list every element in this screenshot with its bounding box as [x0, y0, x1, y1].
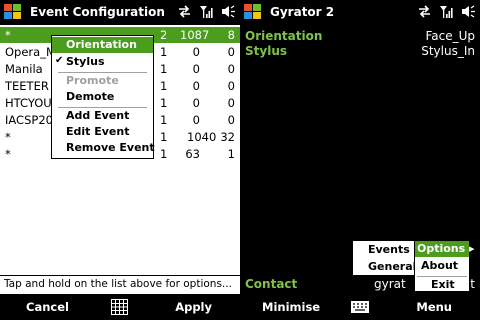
windows-start-icon[interactable] — [244, 4, 262, 21]
orientation-label: Orientation — [245, 29, 323, 43]
title-bar: Gyrator 2 — [240, 0, 480, 25]
window-title: Event Configuration — [30, 5, 165, 19]
keyboard-icon[interactable] — [111, 299, 128, 315]
apply-button[interactable]: Apply — [175, 300, 212, 314]
windows-start-icon[interactable] — [4, 4, 22, 21]
menu-item-general[interactable]: General — [353, 259, 416, 275]
title-bar: Event Configuration — [0, 0, 240, 25]
menu-item-add-event[interactable]: Add Event — [52, 108, 153, 124]
orientation-value: Face_Up — [425, 29, 475, 43]
menu-button[interactable]: Menu — [416, 300, 452, 314]
menu-item-demote[interactable]: Demote — [52, 89, 153, 105]
softkey-bar: Minimise Menu — [240, 294, 480, 320]
data-sync-icon[interactable] — [177, 4, 192, 19]
context-menu: Orientation ✔ Stylus Promote Demote Add … — [51, 35, 155, 159]
menu-item-promote: Promote — [66, 74, 119, 87]
contact-value-tail: t — [470, 277, 475, 291]
volume-icon[interactable] — [221, 4, 236, 19]
list-divider — [0, 275, 240, 276]
signal-strength-icon[interactable] — [199, 4, 214, 19]
window-title: Gyrator 2 — [270, 5, 335, 19]
gyrator-screen: Gyrator 2 Orientation Face_Up Stylus Sty… — [240, 0, 480, 320]
menu-item-about[interactable]: About — [415, 258, 469, 274]
softkey-bar: Cancel Apply — [0, 294, 240, 320]
stylus-label: Stylus — [245, 44, 287, 58]
event-configuration-screen: Event Configuration * 2 1087 8 Opera_M 1… — [0, 0, 240, 320]
main-menu: Options ▸ About Exit — [414, 240, 475, 293]
menu-item-remove-event[interactable]: Remove Event — [52, 140, 155, 156]
stylus-value: Stylus_In — [421, 44, 475, 58]
menu-item-edit-event[interactable]: Edit Event — [52, 124, 153, 140]
keyboard-icon[interactable] — [351, 301, 369, 313]
menu-item-events[interactable]: Events — [353, 242, 414, 258]
menu-item-orientation[interactable]: Orientation — [52, 37, 153, 53]
cancel-button[interactable]: Cancel — [26, 300, 69, 314]
hint-text: Tap and hold on the list above for optio… — [4, 278, 232, 290]
contact-value: gyrat — [374, 277, 406, 291]
data-sync-icon[interactable] — [417, 4, 432, 19]
volume-icon[interactable] — [461, 4, 476, 19]
menu-item-exit[interactable]: Exit — [415, 277, 469, 293]
contact-label: Contact — [245, 277, 298, 291]
menu-item-options[interactable]: Options ▸ — [415, 241, 475, 257]
options-submenu: Events General — [352, 240, 416, 276]
minimise-button[interactable]: Minimise — [262, 300, 320, 314]
signal-strength-icon[interactable] — [439, 4, 454, 19]
checkmark-icon: ✔ — [55, 55, 64, 66]
menu-item-stylus[interactable]: ✔ Stylus — [52, 54, 153, 70]
